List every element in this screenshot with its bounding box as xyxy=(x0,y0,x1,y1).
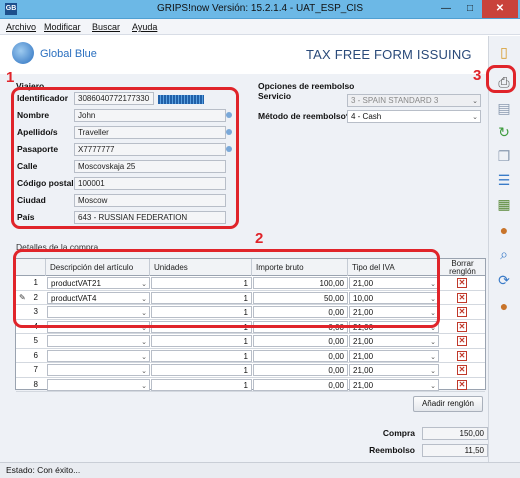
close-button[interactable]: ✕ xyxy=(482,0,518,18)
chevron-down-icon: ⌄ xyxy=(472,114,478,121)
add-row-button[interactable]: Añadir renglón xyxy=(413,396,483,412)
vat-cell[interactable]: 21,00 ⌄ xyxy=(349,364,439,376)
vat-value: 21,00 xyxy=(353,351,374,361)
cash-icon[interactable]: ▦ xyxy=(493,194,515,214)
side-toolbar: ▯ ⎙ ▤ ↻ ❐ ☰ ▦ ● ⌕ ⟳ ● xyxy=(488,36,520,462)
new-document-icon[interactable]: ▯ xyxy=(493,42,515,62)
window-title: GRIPS!now Versión: 15.2.1.4 - UAT_ESP_CI… xyxy=(156,3,364,14)
units-cell[interactable]: 1 xyxy=(151,335,252,347)
chevron-down-icon: ⌄ xyxy=(141,368,147,375)
table-row[interactable]: 8 ⌄ 1 0,00 21,00 ⌄ ✕ xyxy=(16,378,485,392)
annotation-number-2: 2 xyxy=(255,230,264,247)
row-number: 7 xyxy=(33,365,38,374)
metodo-reembolso-label: Método de reembolso* xyxy=(258,111,350,121)
row-number: 6 xyxy=(33,350,38,360)
chevron-down-icon: ⌄ xyxy=(472,98,478,105)
table-row[interactable]: 5 ⌄ 1 0,00 21,00 ⌄ ✕ xyxy=(16,334,485,349)
vat-cell[interactable]: 21,00 ⌄ xyxy=(349,335,439,347)
list-document-icon[interactable]: ☰ xyxy=(493,170,515,190)
delete-row-icon[interactable]: ✕ xyxy=(457,292,467,303)
refresh-document-icon[interactable]: ↻ xyxy=(493,122,515,142)
delete-row-icon[interactable]: ✕ xyxy=(457,350,467,361)
menu-ayuda[interactable]: Ayuda xyxy=(132,22,157,32)
delete-row-icon[interactable]: ✕ xyxy=(457,321,467,332)
amount-cell[interactable]: 0,00 xyxy=(253,364,348,376)
status-bar: Estado: Con éxito... xyxy=(0,462,520,478)
menu-archivo[interactable]: Archivo xyxy=(6,22,36,32)
amount-cell[interactable]: 0,00 xyxy=(253,335,348,347)
sync-icon[interactable]: ⟳ xyxy=(493,270,515,290)
servicio-label: Servicio xyxy=(258,91,292,101)
vat-value: 21,00 xyxy=(353,380,374,390)
amount-cell[interactable]: 0,00 xyxy=(253,349,348,362)
copy-document-icon[interactable]: ❐ xyxy=(493,146,515,166)
delete-row-icon[interactable]: ✕ xyxy=(457,365,467,375)
units-cell[interactable]: 1 xyxy=(151,364,252,376)
units-cell[interactable]: 1 xyxy=(151,349,252,362)
description-cell[interactable]: ⌄ xyxy=(47,335,150,347)
description-cell[interactable]: ⌄ xyxy=(47,378,150,391)
app-header: Global Blue TAX FREE FORM ISSUING xyxy=(0,36,488,74)
row-number: 8 xyxy=(33,379,38,389)
reembolso-total-value: 11,50 xyxy=(422,444,488,457)
minimize-button[interactable]: — xyxy=(434,0,458,18)
maximize-button[interactable]: □ xyxy=(458,0,482,18)
description-cell[interactable]: ⌄ xyxy=(47,364,150,376)
delete-row-icon[interactable]: ✕ xyxy=(457,336,467,346)
delete-row-icon[interactable]: ✕ xyxy=(457,307,467,317)
status-text: Estado: Con éxito... xyxy=(6,465,81,475)
units-cell[interactable]: 1 xyxy=(151,378,252,391)
menu-modificar[interactable]: Modificar xyxy=(44,22,81,32)
vat-value: 21,00 xyxy=(353,337,374,346)
title-bar: GB GRIPS!now Versión: 15.2.1.4 - UAT_ESP… xyxy=(0,0,520,19)
col-borrar-renglon: Borrar renglón xyxy=(449,259,476,276)
chevron-down-icon: ⌄ xyxy=(141,382,147,390)
chevron-down-icon: ⌄ xyxy=(141,353,147,361)
description-cell[interactable]: ⌄ xyxy=(47,349,150,362)
global-blue-logo-icon xyxy=(12,42,34,64)
user-icon[interactable]: ● xyxy=(493,220,515,240)
annotation-box-1 xyxy=(11,87,239,229)
menu-bar: Archivo Modificar Buscar Ayuda xyxy=(0,19,520,35)
compra-total-label: Compra xyxy=(382,428,415,438)
reembolso-section-title: Opciones de reembolso xyxy=(258,81,355,91)
row-number: 5 xyxy=(33,336,38,345)
vat-value: 21,00 xyxy=(353,366,374,375)
delete-row-icon[interactable]: ✕ xyxy=(457,278,467,288)
chevron-down-icon: ⌄ xyxy=(430,339,436,346)
annotation-number-3: 3 xyxy=(473,67,482,84)
vat-cell[interactable]: 21,00 ⌄ xyxy=(349,349,439,362)
annotation-number-1: 1 xyxy=(6,69,15,86)
amount-cell[interactable]: 0,00 xyxy=(253,378,348,391)
app-icon[interactable]: GB xyxy=(5,3,17,15)
edit-document-icon[interactable]: ▤ xyxy=(493,98,515,118)
metodo-reembolso-value: 4 - Cash xyxy=(351,112,382,121)
compra-total-value: 150,00 xyxy=(422,427,488,440)
user-settings-icon[interactable]: ● xyxy=(493,296,515,316)
chevron-down-icon: ⌄ xyxy=(430,368,436,375)
page-title: TAX FREE FORM ISSUING xyxy=(306,47,472,62)
chevron-down-icon: ⌄ xyxy=(141,339,147,346)
servicio-value: 3 - SPAIN STANDARD 3 xyxy=(351,96,439,105)
menu-buscar[interactable]: Buscar xyxy=(92,22,120,32)
search-document-icon[interactable]: ⌕ xyxy=(493,244,515,264)
reembolso-total-label: Reembolso xyxy=(369,445,415,455)
delete-row-icon[interactable]: ✕ xyxy=(457,379,467,390)
servicio-select[interactable]: 3 - SPAIN STANDARD 3 ⌄ xyxy=(347,94,481,107)
table-row[interactable]: 7 ⌄ 1 0,00 21,00 ⌄ ✕ xyxy=(16,363,485,378)
logo-text: Global Blue xyxy=(40,48,97,60)
annotation-box-2 xyxy=(13,249,440,328)
chevron-down-icon: ⌄ xyxy=(430,382,436,390)
chevron-down-icon: ⌄ xyxy=(430,353,436,361)
metodo-reembolso-select[interactable]: 4 - Cash ⌄ xyxy=(347,110,481,123)
annotation-box-3 xyxy=(486,65,516,93)
table-row[interactable]: 6 ⌄ 1 0,00 21,00 ⌄ ✕ xyxy=(16,349,485,363)
vat-cell[interactable]: 21,00 ⌄ xyxy=(349,378,439,391)
